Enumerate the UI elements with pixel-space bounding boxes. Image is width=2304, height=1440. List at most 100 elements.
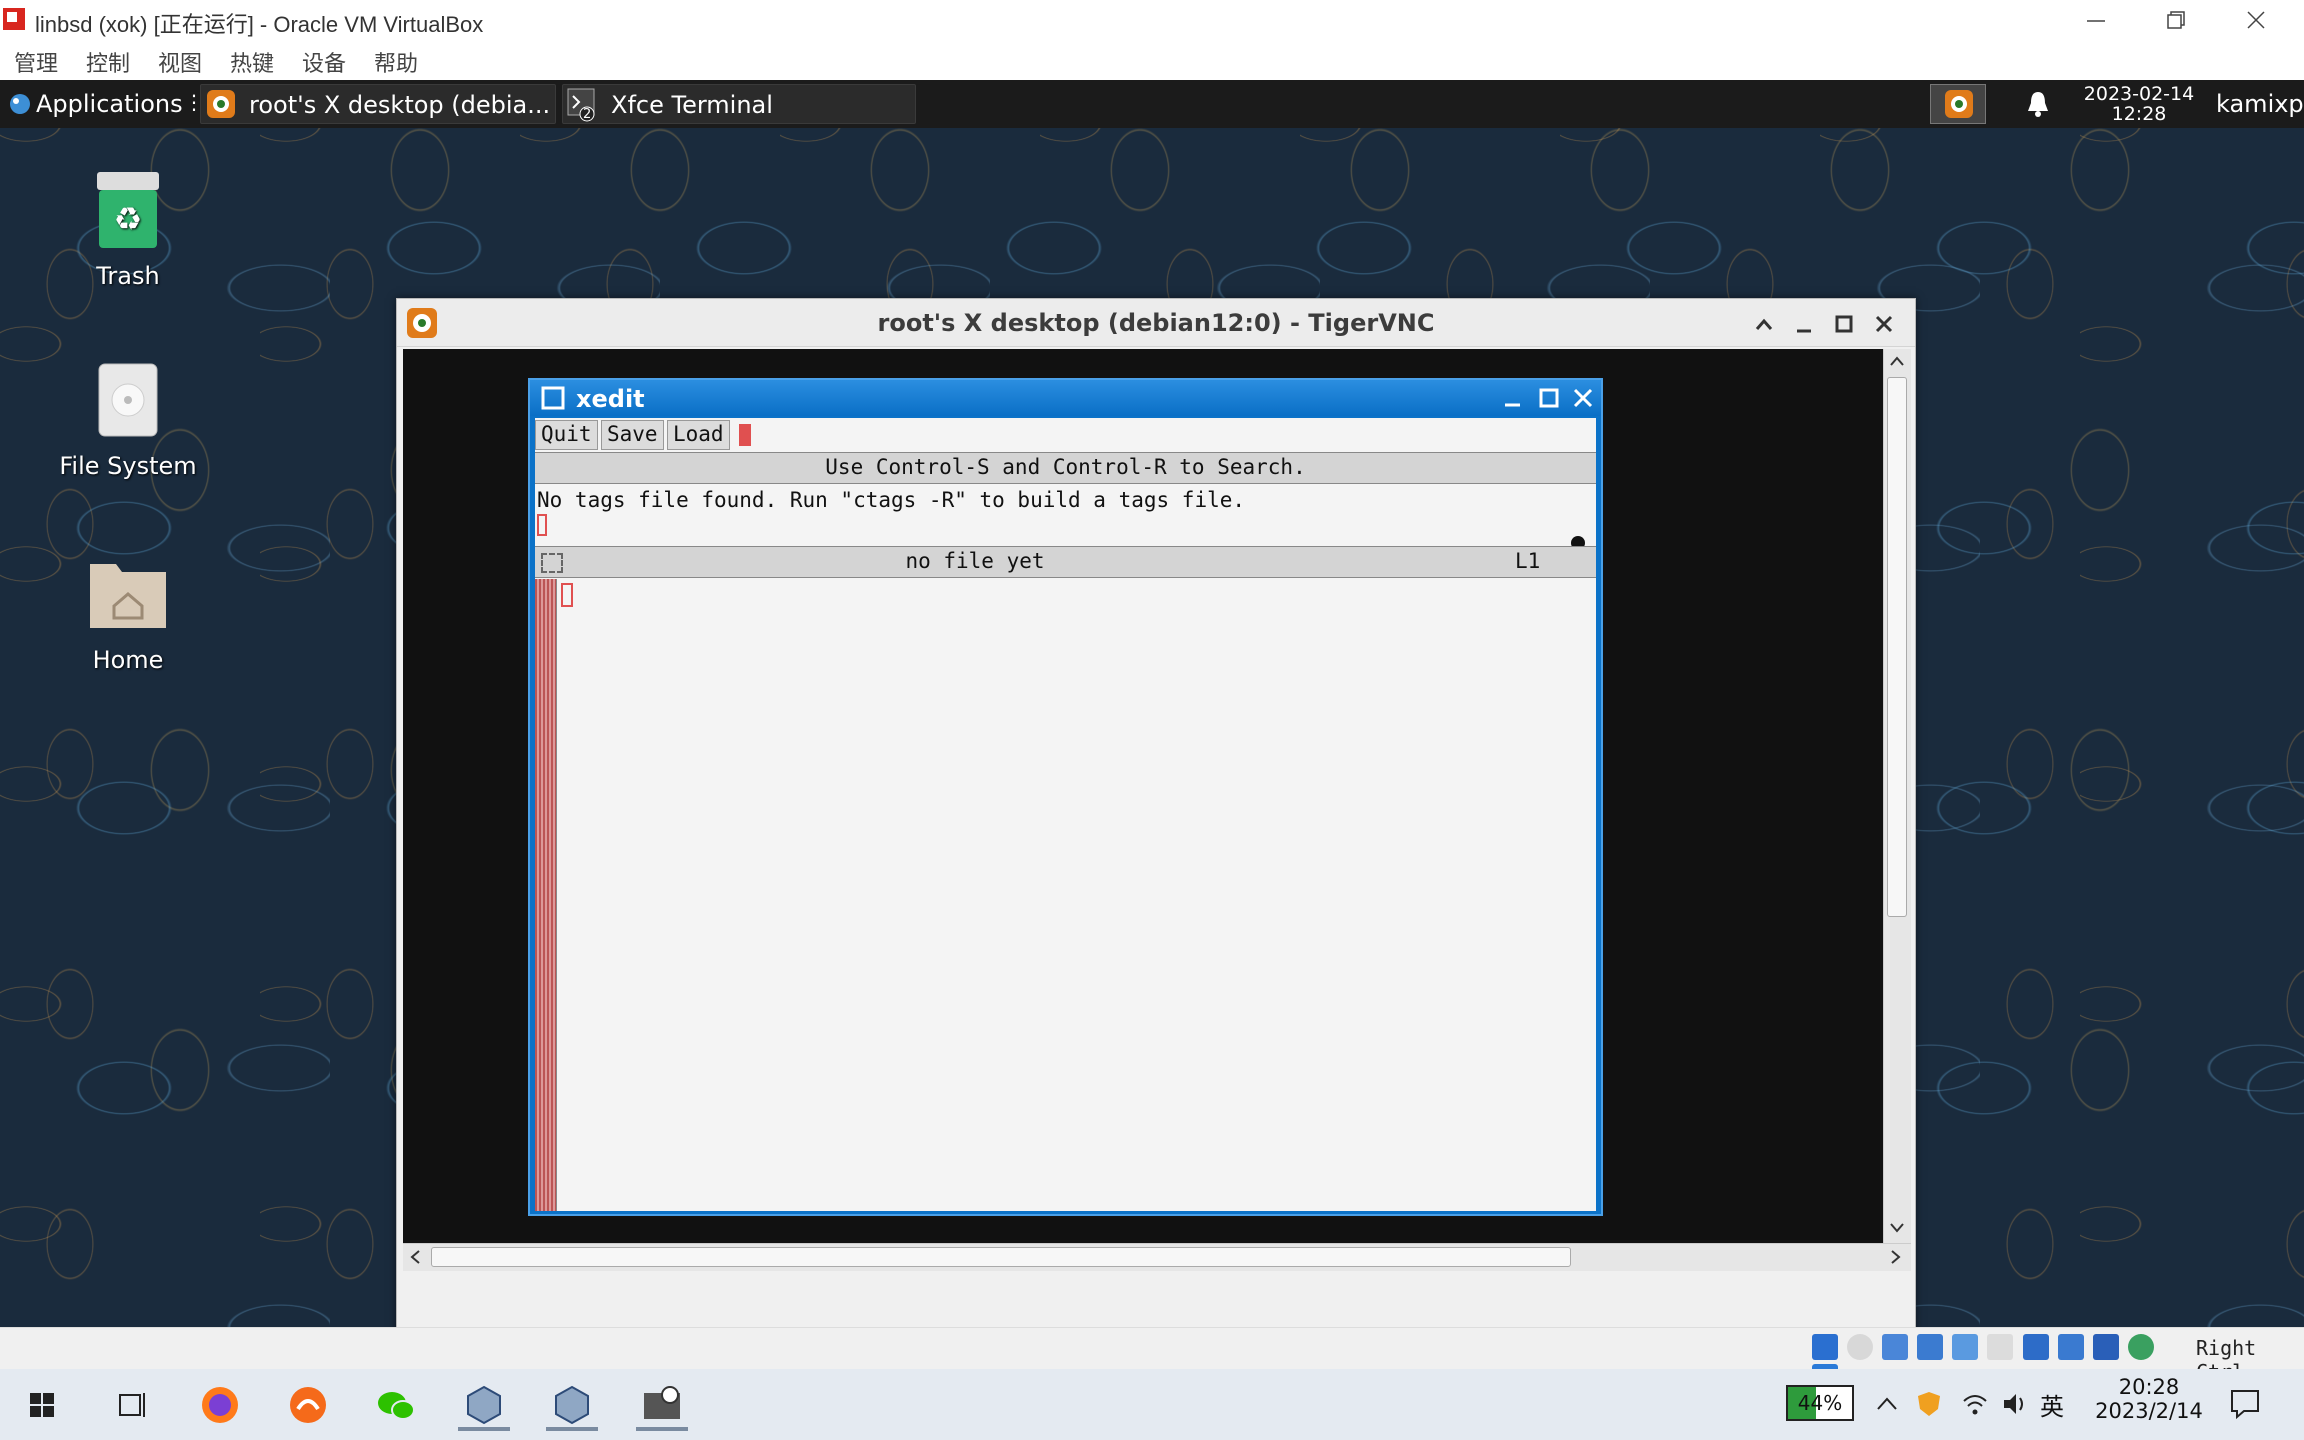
taskbar-virtualbox-2[interactable] — [546, 1379, 598, 1431]
xedit-close-icon[interactable] — [1568, 383, 1598, 413]
applications-menu-button[interactable]: Applications ⋮ — [4, 84, 204, 124]
vnc-close-button[interactable] — [1869, 309, 1899, 339]
close-button[interactable] — [2226, 4, 2286, 36]
load-button[interactable]: Load — [667, 420, 730, 450]
vnc-horizontal-scrollbar[interactable] — [403, 1243, 1911, 1271]
scroll-up-icon[interactable] — [1884, 349, 1910, 375]
vnc-viewport[interactable]: xedit Quit Save Load Use Control-S and C… — [403, 349, 1883, 1243]
vnc-minimize-button[interactable] — [1789, 309, 1819, 339]
volume-icon[interactable] — [2000, 1389, 2030, 1419]
xedit-button-row: Quit Save Load — [535, 418, 1596, 452]
xedit-titlebar[interactable]: xedit — [530, 380, 1601, 416]
hard-disk-icon[interactable] — [1812, 1334, 1838, 1360]
window-menu-icon[interactable] — [540, 385, 566, 411]
taskbar-wechat[interactable] — [370, 1379, 422, 1431]
task-vnc[interactable]: root's X desktop (debia... — [200, 84, 556, 124]
menu-control[interactable]: 控制 — [86, 46, 130, 78]
taskbar-virtualbox-1[interactable] — [458, 1379, 510, 1431]
desktop-icon-trash[interactable]: ♻ Trash — [43, 170, 213, 290]
trash-icon: ♻ — [97, 172, 159, 248]
cpu-icon[interactable] — [2092, 1334, 2119, 1360]
usb-icon[interactable] — [1952, 1334, 1979, 1360]
shared-folders-icon[interactable] — [1987, 1334, 2014, 1360]
user-menu-button[interactable]: kamixp — [2214, 84, 2304, 124]
mouse-integration-icon[interactable] — [2127, 1334, 2154, 1360]
horizontal-scroll-thumb[interactable] — [431, 1247, 1571, 1267]
xedit-minimize-icon[interactable] — [1498, 383, 1528, 413]
vm-device-indicators — [1812, 1334, 2192, 1390]
notifications-button[interactable] — [2024, 84, 2054, 124]
display-icon[interactable] — [2022, 1334, 2049, 1360]
battery-percent: 44% — [1797, 1391, 1843, 1415]
desktop-icon-home[interactable]: Home — [43, 550, 213, 674]
vnc-shade-button[interactable] — [1749, 309, 1779, 339]
system-clock[interactable]: 20:28 2023/2/14 — [2094, 1375, 2204, 1423]
menu-devices[interactable]: 设备 — [302, 46, 346, 78]
text-cursor — [561, 583, 573, 607]
action-center-icon[interactable] — [2228, 1387, 2262, 1421]
menu-hotkeys[interactable]: 热键 — [230, 46, 274, 78]
vnc-titlebar[interactable]: root's X desktop (debian12:0) - TigerVNC — [397, 299, 1915, 347]
scroll-down-icon[interactable] — [1884, 1215, 1910, 1241]
vm-window-icon — [644, 1386, 680, 1419]
drive-icon — [98, 363, 158, 437]
security-shield-icon[interactable] — [1914, 1389, 1944, 1419]
task-terminal[interactable]: 2 Xfce Terminal — [562, 84, 916, 124]
menu-help[interactable]: 帮助 — [374, 46, 418, 78]
save-button[interactable]: Save — [601, 420, 664, 450]
menu-manage[interactable]: 管理 — [14, 46, 58, 78]
virtualbox-statusbar: Right Ctrl — [0, 1327, 2304, 1390]
running-indicator — [546, 1427, 598, 1431]
vnc-vertical-scrollbar[interactable] — [1883, 349, 1911, 1243]
vertical-scroll-thumb[interactable] — [1887, 377, 1907, 917]
task-view-button[interactable] — [104, 1379, 156, 1431]
window-title: linbsd (xok) [正在运行] - Oracle VM VirtualB… — [35, 12, 484, 37]
tray-vnc-button[interactable] — [1930, 84, 1986, 124]
restore-button[interactable] — [2146, 4, 2206, 36]
taskbar-firefox[interactable] — [194, 1379, 246, 1431]
optical-drive-icon[interactable] — [1847, 1334, 1874, 1360]
editor-scrollbar[interactable] — [535, 579, 557, 1211]
network-icon[interactable] — [1917, 1334, 1944, 1360]
system-time: 20:28 — [2118, 1375, 2180, 1399]
tigervnc-window[interactable]: root's X desktop (debian12:0) - TigerVNC — [396, 298, 1916, 1327]
desktop-icon-trash-label: Trash — [96, 262, 160, 290]
running-indicator — [636, 1427, 688, 1431]
menu-view[interactable]: 视图 — [158, 46, 202, 78]
audio-icon[interactable] — [1882, 1334, 1909, 1360]
close-icon — [2247, 11, 2265, 29]
clock[interactable]: 2023-02-14 12:28 — [2074, 84, 2204, 124]
scroll-right-icon[interactable] — [1883, 1244, 1909, 1270]
windows-logo-icon — [30, 1393, 54, 1417]
message-area[interactable]: No tags file found. Run "ctags -R" to bu… — [535, 486, 1596, 550]
xedit-window[interactable]: xedit Quit Save Load Use Control-S and C… — [528, 378, 1603, 1216]
vnc-title-text: root's X desktop (debian12:0) - TigerVNC — [877, 309, 1435, 337]
recording-icon[interactable] — [2057, 1334, 2084, 1360]
taskbar-app-orange[interactable] — [282, 1379, 334, 1431]
tigervnc-tray-icon — [1945, 90, 1973, 118]
ime-indicator[interactable]: 英 — [2040, 1387, 2064, 1422]
wifi-icon[interactable] — [1960, 1389, 1990, 1419]
orange-app-icon — [290, 1387, 326, 1423]
text-editor-area[interactable] — [535, 579, 1596, 1211]
xedit-maximize-icon[interactable] — [1534, 383, 1564, 413]
guest-desktop[interactable]: Applications ⋮ root's X desktop (debia..… — [0, 80, 2304, 1327]
filename-input-cursor[interactable] — [739, 424, 751, 446]
desktop-icon-home-label: Home — [92, 646, 164, 674]
start-button[interactable] — [16, 1379, 68, 1431]
virtualbox-titlebar: linbsd (xok) [正在运行] - Oracle VM VirtualB… — [0, 0, 2304, 42]
firefox-icon — [202, 1387, 238, 1423]
battery-indicator[interactable]: 44% — [1786, 1385, 1854, 1421]
desktop-icon-filesystem[interactable]: File System — [43, 360, 213, 480]
desktop-icon-filesystem-label: File System — [59, 452, 197, 480]
running-indicator — [458, 1427, 510, 1431]
vnc-maximize-button[interactable] — [1829, 309, 1859, 339]
tray-overflow-icon[interactable] — [1872, 1389, 1902, 1419]
minimize-button[interactable] — [2066, 4, 2126, 36]
task-view-icon — [119, 1393, 145, 1417]
quit-button[interactable]: Quit — [535, 420, 598, 450]
scroll-left-icon[interactable] — [403, 1244, 429, 1270]
svg-text:♻: ♻ — [114, 200, 143, 238]
clock-date: 2023-02-14 — [2083, 83, 2195, 105]
taskbar-vm-window[interactable] — [636, 1379, 688, 1431]
